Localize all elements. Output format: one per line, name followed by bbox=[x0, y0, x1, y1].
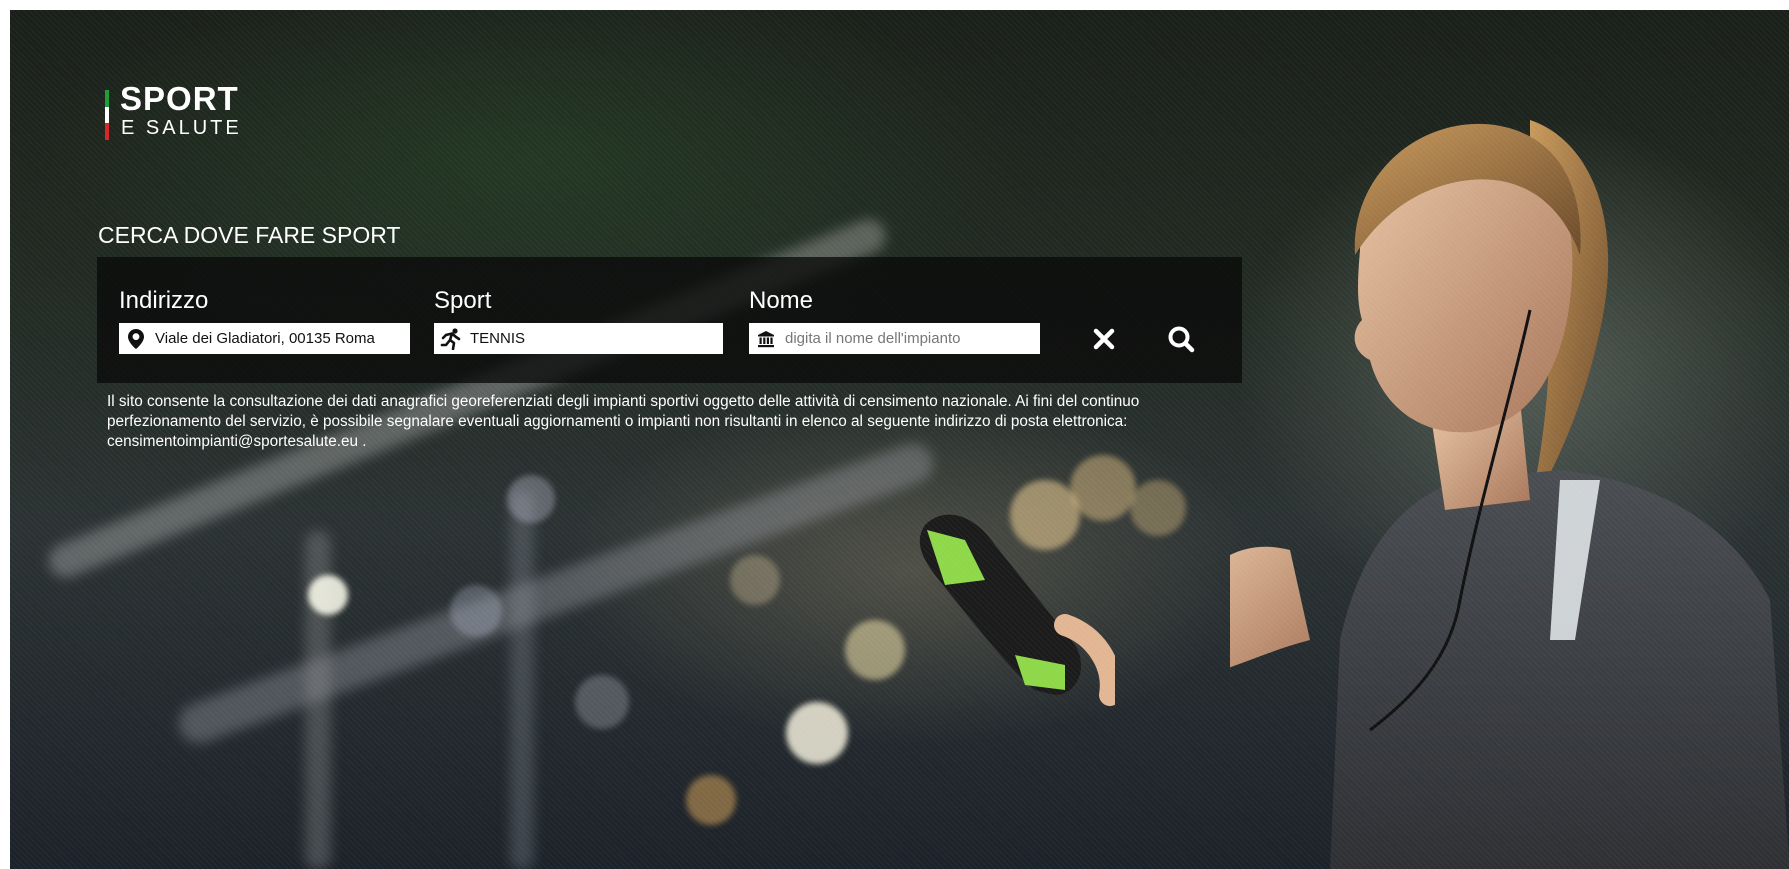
map-marker-icon bbox=[125, 328, 147, 350]
italian-flag-bar bbox=[105, 90, 109, 140]
bokeh-light bbox=[730, 555, 780, 605]
bokeh-light bbox=[507, 475, 555, 523]
sport-e-salute-logo[interactable]: SPORT E SALUTE bbox=[105, 80, 305, 140]
search-icon bbox=[1168, 326, 1195, 353]
institution-building-icon bbox=[755, 328, 777, 350]
bokeh-light bbox=[786, 702, 848, 764]
search-button[interactable] bbox=[1161, 319, 1201, 359]
bokeh-light bbox=[1130, 480, 1186, 536]
bokeh-light bbox=[686, 775, 736, 825]
name-label: Nome bbox=[749, 287, 814, 314]
address-input[interactable] bbox=[147, 324, 410, 353]
search-title: CERCA DOVE FARE SPORT bbox=[98, 222, 401, 248]
logo-line-salute: E SALUTE bbox=[121, 117, 242, 139]
close-icon bbox=[1093, 328, 1115, 350]
info-paragraph: Il sito consente la consultazione dei da… bbox=[107, 393, 1140, 450]
address-field[interactable] bbox=[119, 323, 410, 354]
phone-armband-illustration bbox=[919, 514, 1115, 706]
sport-label: Sport bbox=[434, 287, 492, 314]
name-field[interactable] bbox=[749, 323, 1040, 354]
bokeh-light bbox=[845, 620, 905, 680]
address-label: Indirizzo bbox=[119, 287, 209, 314]
sport-input[interactable] bbox=[462, 324, 723, 353]
search-panel: Indirizzo Sport Nome bbox=[97, 257, 1242, 383]
running-person-icon bbox=[440, 327, 462, 350]
clear-button[interactable] bbox=[1084, 319, 1124, 359]
bokeh-light bbox=[575, 675, 629, 729]
railing-post bbox=[510, 490, 534, 869]
page: SPORT E SALUTE CERCA DOVE FARE SPORT Ind… bbox=[0, 0, 1789, 869]
runner-woman-illustration bbox=[1230, 120, 1789, 869]
bokeh-light bbox=[308, 575, 348, 615]
sport-field[interactable] bbox=[434, 323, 723, 354]
name-input[interactable] bbox=[777, 324, 1040, 353]
bokeh-light bbox=[450, 585, 502, 637]
logo-line-sport: SPORT bbox=[120, 80, 239, 117]
